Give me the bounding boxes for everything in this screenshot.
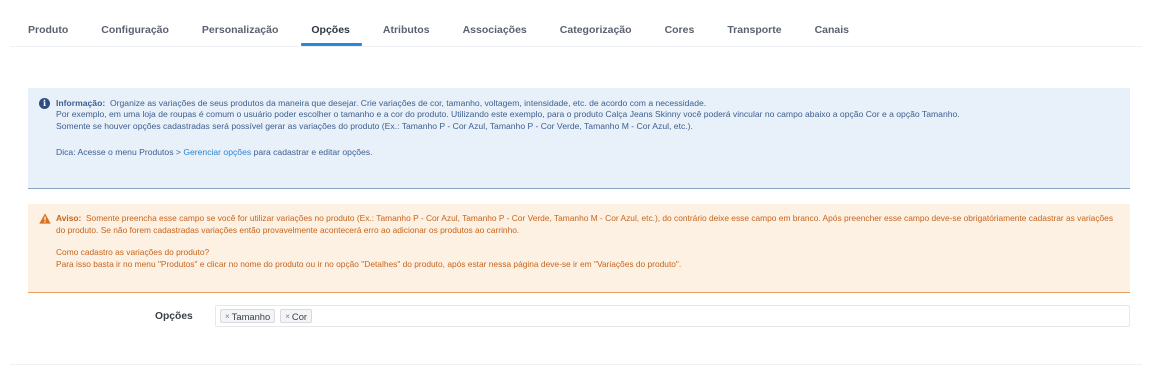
- warning-title: Aviso:: [56, 213, 82, 223]
- info-tip-prefix: Dica: Acesse o menu Produtos >: [56, 147, 184, 158]
- warning-question: Como cadastro as variações do produto?: [56, 247, 210, 258]
- option-chip-cor: × Cor: [280, 309, 313, 323]
- tab-categorizacao[interactable]: Categorização: [550, 14, 632, 46]
- tab-transporte[interactable]: Transporte: [717, 14, 781, 46]
- info-tip: Dica: Acesse o menu Produtos > Gerenciar…: [56, 147, 1116, 158]
- info-line-3: Somente se houver opções cadastradas ser…: [56, 120, 693, 131]
- option-chip-label: Cor: [291, 310, 308, 322]
- tab-atributos[interactable]: Atributos: [373, 14, 430, 46]
- form-divider: [10, 364, 1142, 365]
- option-chip-tamanho: × Tamanho: [220, 309, 276, 323]
- manage-options-link[interactable]: Gerenciar opções: [183, 147, 251, 157]
- tab-personalizacao[interactable]: Personalização: [192, 14, 278, 46]
- tab-configuracao[interactable]: Configuração: [91, 14, 169, 46]
- tab-opcoes[interactable]: Opções: [301, 14, 362, 46]
- warning-answer: Para isso basta ir no menu "Produtos" e …: [56, 258, 682, 269]
- info-alert: i Informação: Organize as variações de s…: [28, 88, 1130, 189]
- tab-associacoes[interactable]: Associações: [453, 14, 527, 46]
- tabs-divider: [10, 46, 1142, 47]
- info-line-2: Por exemplo, em uma loja de roupas é com…: [56, 109, 960, 120]
- info-line-1: Organize as variações de seus produtos d…: [109, 98, 707, 108]
- warning-body: Somente preencha esse campo se você for …: [56, 213, 1114, 235]
- option-chip-label: Tamanho: [231, 310, 271, 322]
- remove-chip-icon[interactable]: ×: [225, 312, 230, 321]
- tab-bar: Produto Configuração Personalização Opçõ…: [18, 14, 872, 48]
- warning-icon: [39, 213, 51, 224]
- options-select-input[interactable]: × Tamanho × Cor: [215, 305, 1130, 327]
- warning-text: Aviso: Somente preencha esse campo se vo…: [56, 213, 1116, 270]
- tab-cores[interactable]: Cores: [655, 14, 695, 46]
- info-text: Informação: Organize as variações de seu…: [56, 98, 1116, 159]
- tab-canais[interactable]: Canais: [805, 14, 849, 46]
- info-icon: i: [39, 98, 50, 109]
- remove-chip-icon[interactable]: ×: [285, 312, 290, 321]
- warning-howto: Como cadastro as variações do produto? P…: [56, 247, 1116, 270]
- warning-alert: Aviso: Somente preencha esse campo se vo…: [28, 204, 1130, 293]
- info-title: Informação:: [56, 98, 106, 108]
- tab-produto[interactable]: Produto: [18, 14, 68, 46]
- options-label: Opções: [155, 311, 193, 322]
- info-tip-suffix: para cadastrar e editar opções.: [251, 147, 373, 158]
